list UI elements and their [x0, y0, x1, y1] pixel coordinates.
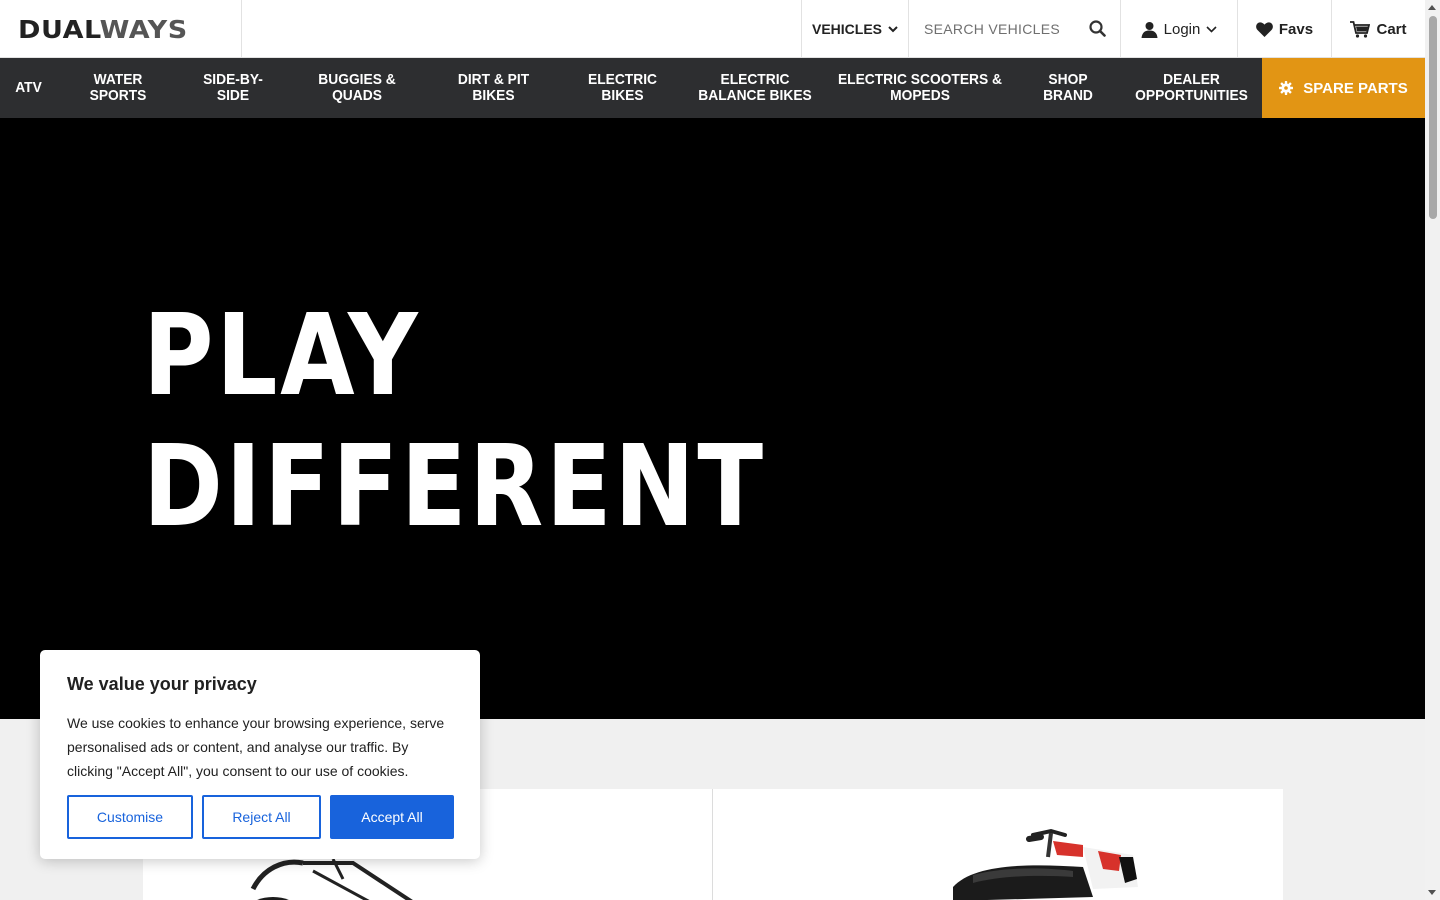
accept-all-button[interactable]: Accept All: [330, 795, 454, 839]
gear-icon: [1279, 81, 1294, 95]
dirt-bike-image: [953, 828, 1138, 900]
search-icon[interactable]: [1089, 20, 1106, 37]
nav-item-water-sports[interactable]: WATER SPORTS: [62, 58, 174, 118]
cookie-buttons: Customise Reject All Accept All: [67, 795, 454, 839]
nav-item-label: ATV: [15, 79, 42, 96]
nav-item-shop-brand[interactable]: SHOP BRAND: [1019, 58, 1117, 118]
nav-item-label: BUGGIES &: [318, 71, 396, 88]
hero-banner: PLAY DIFFERENT: [0, 118, 1425, 719]
nav-item-electric-bikes[interactable]: ELECTRIC BIKES: [565, 58, 680, 118]
nav-item-dealer-opportunities[interactable]: DEALER OPPORTUNITIES: [1127, 58, 1257, 118]
cart-icon: [1350, 20, 1371, 38]
user-icon: [1141, 21, 1158, 38]
hero-title-line-1: PLAY: [143, 291, 421, 421]
nav-item-label: BIKES: [601, 87, 644, 104]
login-label: Login: [1163, 20, 1201, 38]
nav-item-label: ELECTRIC: [720, 71, 790, 88]
search-input[interactable]: [924, 21, 1084, 37]
nav-item-label: QUADS: [332, 87, 382, 104]
main-nav: ATV WATER SPORTS SIDE-BY- SIDE BUGGIES & QU…: [0, 58, 1425, 118]
reject-all-button[interactable]: Reject All: [202, 795, 321, 839]
customise-button[interactable]: Customise: [67, 795, 193, 839]
nav-item-label: SIDE-BY-: [203, 71, 263, 88]
vehicles-label: VEHICLES: [811, 21, 882, 37]
nav-item-label: OPPORTUNITIES: [1135, 87, 1248, 104]
site-header: DUALWAYS VEHICLES Login Favs Cart: [0, 0, 1425, 58]
cart-label: Cart: [1376, 20, 1407, 38]
cart-link[interactable]: Cart: [1331, 0, 1425, 58]
nav-item-label: BIKES: [472, 87, 515, 104]
nav-item-atv[interactable]: ATV: [2, 58, 54, 118]
scrollbar-thumb[interactable]: [1429, 16, 1437, 219]
hero-title: PLAY DIFFERENT: [143, 291, 766, 553]
favs-label: Favs: [1278, 20, 1314, 38]
nav-item-label: SIDE: [216, 87, 250, 104]
nav-item-label: WATER: [93, 71, 143, 88]
nav-item-label: ELECTRIC: [588, 71, 657, 88]
spare-parts-button[interactable]: SPARE PARTS: [1262, 58, 1425, 118]
cookie-title: We value your privacy: [67, 674, 257, 694]
nav-item-label: DEALER: [1163, 71, 1220, 88]
vehicles-dropdown[interactable]: VEHICLES: [801, 0, 908, 58]
logo-link[interactable]: DUALWAYS: [0, 0, 242, 58]
nav-item-dirt-pit-bikes[interactable]: DIRT & PIT BIKES: [432, 58, 554, 118]
logo-text-dual: DUAL: [18, 14, 100, 44]
logo: DUALWAYS: [18, 15, 188, 44]
logo-text-ways: WAYS: [99, 14, 188, 44]
favourites-link[interactable]: Favs: [1237, 0, 1331, 58]
nav-item-label: ELECTRIC SCOOTERS &: [837, 71, 1003, 88]
heart-icon: [1256, 21, 1273, 37]
nav-item-electric-scooters-mopeds[interactable]: ELECTRIC SCOOTERS & MOPEDS: [833, 58, 1008, 118]
cookie-consent-dialog: We value your privacy We use cookies to …: [40, 650, 480, 859]
nav-item-label: BRAND: [1043, 87, 1093, 104]
cookie-text: We use cookies to enhance your browsing …: [67, 715, 445, 779]
product-card-dirt-bike[interactable]: [713, 789, 1283, 900]
nav-item-label: MOPEDS: [890, 87, 950, 104]
nav-item-label: DIRT & PIT: [457, 71, 530, 88]
chevron-down-icon: [1206, 25, 1217, 33]
search-box: [908, 0, 1120, 58]
page-scrollbar[interactable]: [1425, 0, 1440, 900]
nav-item-label: SHOP: [1048, 71, 1088, 88]
nav-item-label: BALANCE BIKES: [698, 87, 812, 104]
nav-item-buggies-quads[interactable]: BUGGIES & QUADS: [293, 58, 422, 118]
hero-title-line-2: DIFFERENT: [143, 422, 766, 552]
spare-parts-label: SPARE PARTS: [1303, 79, 1408, 97]
login-button[interactable]: Login: [1120, 0, 1237, 58]
nav-item-side-by-side[interactable]: SIDE-BY- SIDE: [183, 58, 282, 118]
chevron-down-icon: [888, 25, 898, 32]
scroll-down-arrow-icon[interactable]: [1428, 890, 1436, 895]
scroll-up-arrow-icon[interactable]: [1428, 5, 1436, 10]
nav-item-electric-balance-bikes[interactable]: ELECTRIC BALANCE BIKES: [691, 58, 820, 118]
nav-item-label: SPORTS: [89, 87, 147, 104]
